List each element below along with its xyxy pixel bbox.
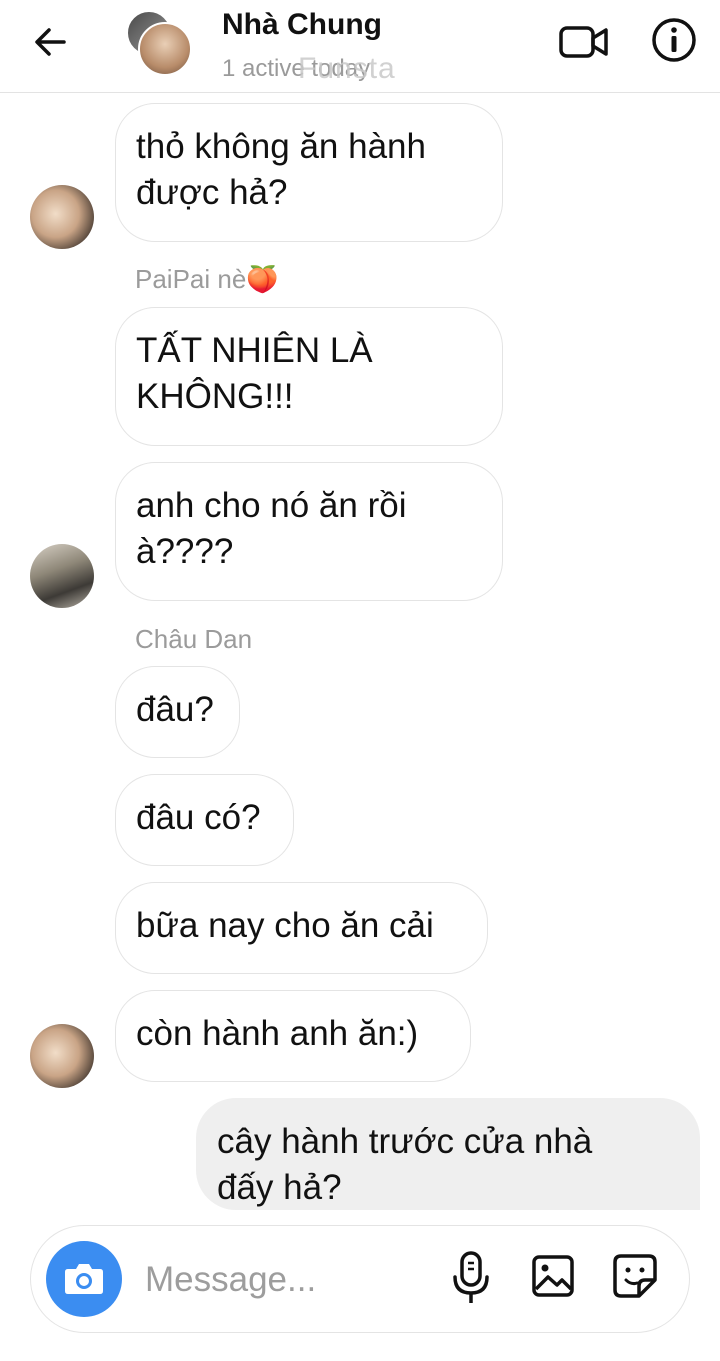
sender-avatar[interactable] (30, 1024, 94, 1088)
sender-avatar[interactable] (30, 185, 94, 249)
message-bubble[interactable]: TẤT NHIÊN LÀ KHÔNG!!! (115, 307, 503, 446)
chat-header: Nhà Chung 1 active today Funsta (0, 0, 720, 93)
message-bubble[interactable]: thỏ không ăn hành được hả? (115, 103, 503, 242)
member-avatar (138, 22, 192, 76)
watermark: Funsta (298, 52, 396, 85)
message-bubble[interactable]: còn hành anh ăn:) (115, 990, 471, 1082)
info-icon[interactable] (650, 16, 698, 64)
group-avatar[interactable] (126, 10, 192, 76)
camera-icon (65, 1264, 103, 1294)
message-bubble[interactable]: đâu có? (115, 774, 294, 866)
sticker-icon[interactable] (611, 1252, 659, 1300)
camera-button[interactable] (46, 1241, 122, 1317)
sender-name: PaiPai nè🍑 (135, 264, 279, 294)
message-input[interactable] (143, 1254, 427, 1306)
my-message-bubble[interactable]: cây hành trước cửa nhà đấy hả? (196, 1098, 700, 1210)
sender-avatar[interactable] (30, 544, 94, 608)
message-bubble[interactable]: anh cho nó ăn rồi à???? (115, 462, 503, 601)
message-composer (30, 1225, 690, 1333)
sender-name: Châu Dan (135, 624, 253, 654)
message-bubble[interactable]: đâu? (115, 666, 240, 758)
chat-title[interactable]: Nhà Chung (222, 8, 382, 42)
gallery-icon[interactable] (531, 1254, 575, 1298)
video-call-icon[interactable] (558, 20, 610, 64)
microphone-icon[interactable] (449, 1250, 493, 1306)
back-arrow-icon[interactable] (30, 22, 70, 62)
message-bubble[interactable]: bữa nay cho ăn cải (115, 882, 488, 974)
